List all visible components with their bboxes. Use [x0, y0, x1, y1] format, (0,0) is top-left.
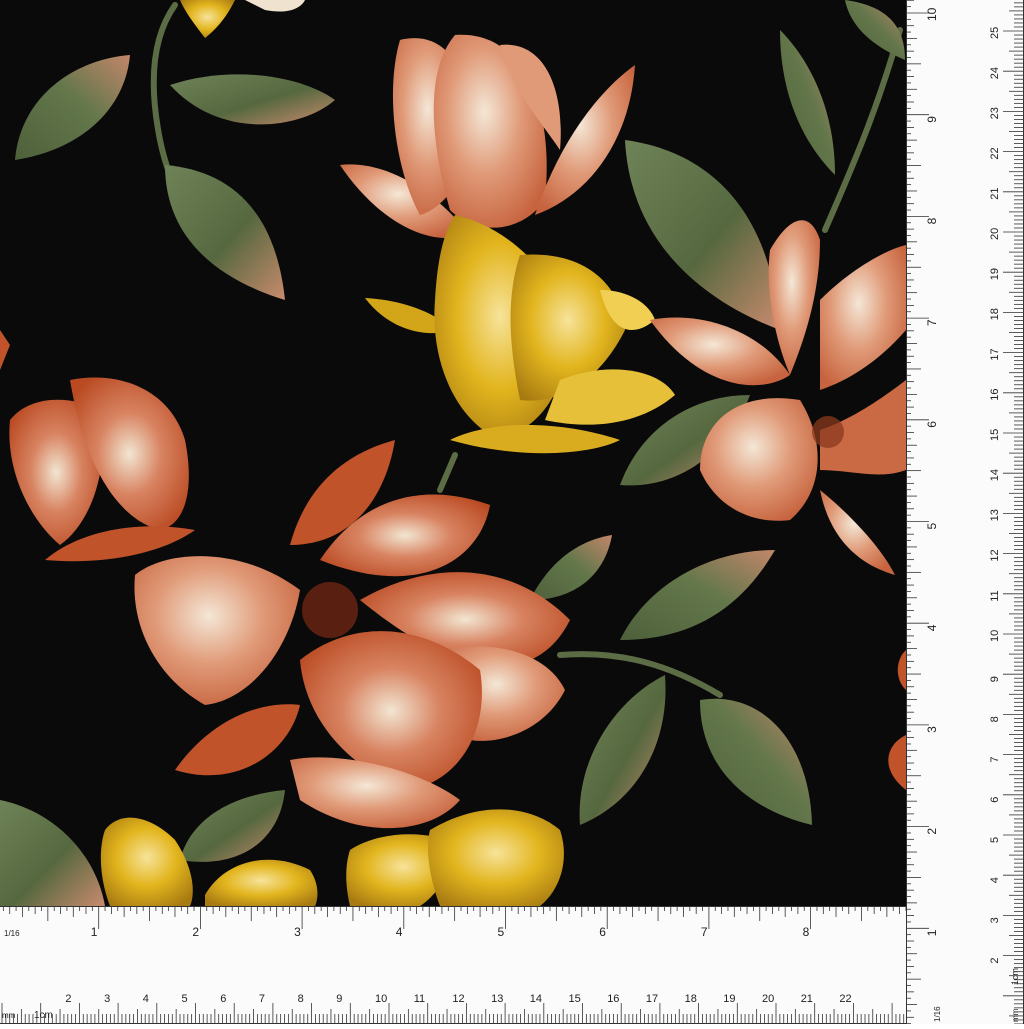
cm-number: 15 [569, 993, 581, 1005]
inch-number: 4 [925, 624, 939, 631]
cm-number: 3 [104, 993, 110, 1005]
cm-number: 21 [801, 993, 813, 1005]
cm-number: 11 [989, 590, 1001, 601]
cm-number: 22 [989, 147, 1001, 159]
floral-fabric-print [0, 0, 906, 906]
inch-number: 6 [599, 925, 606, 939]
inch-number: 1 [91, 925, 98, 939]
cm-number: 5 [182, 993, 188, 1005]
cm-number: 4 [989, 877, 1001, 883]
cm-number: 20 [762, 993, 774, 1005]
inch-unit-label: 1/16 [4, 929, 20, 938]
inch-number: 3 [925, 726, 939, 733]
cm-number: 18 [685, 993, 697, 1005]
cm-number: 13 [491, 993, 503, 1005]
cm-number: 11 [414, 993, 425, 1005]
inch-number: 7 [701, 925, 708, 939]
cm-number: 3 [989, 917, 1001, 923]
cm-number: 8 [298, 993, 304, 1005]
right-ruler-scale: mm 1cm 1/16 10987654321 2524232221201918… [906, 0, 1024, 1025]
cm-number: 14 [989, 469, 1001, 481]
cm-number: 22 [839, 993, 851, 1005]
inch-number: 3 [294, 925, 301, 939]
bottom-ruler-ticks [1, 907, 1024, 1023]
cm-number: 8 [989, 716, 1001, 722]
cm-number: 13 [989, 509, 1001, 521]
cm-number: 14 [530, 993, 542, 1005]
cm-number: 2 [65, 993, 71, 1005]
inch-number: 2 [192, 925, 199, 939]
cm-number: 16 [989, 389, 1001, 401]
right-cm-unit-label: 1cm [1010, 968, 1020, 985]
inch-number: 8 [925, 217, 939, 224]
cm-number: 19 [989, 268, 1001, 280]
cm-number: 12 [989, 549, 1001, 561]
bottom-ruler-scale: 1/16 mm 1cm 12345678 2 3 4 5 6 7 8 9 10 11 12 13 14 1… [0, 906, 1024, 1024]
cm-number: 6 [989, 797, 1001, 803]
fabric-swatch-photo: 1/16 mm 1cm 12345678 2 3 4 5 6 7 8 9 10 11 12 13 14 1… [0, 0, 1024, 1025]
cm-number: 23 [989, 107, 1001, 119]
cm-number: 17 [646, 993, 658, 1005]
cm-number: 9 [989, 676, 1001, 682]
cm-number: 10 [989, 630, 1001, 642]
inch-number: 5 [498, 925, 505, 939]
floral-pattern [0, 0, 906, 906]
right-mm-unit-label: mm [1011, 1008, 1020, 1022]
cm-number: 18 [989, 308, 1001, 320]
bottom-ruler: 1/16 mm 1cm 12345678 2 3 4 5 6 7 8 9 10 11 12 13 14 1… [0, 906, 1024, 1024]
cm-number: 7 [989, 756, 1001, 762]
cm-number: 7 [259, 993, 265, 1005]
cm-number: 15 [989, 429, 1001, 441]
cm-number: 21 [989, 188, 1001, 200]
inch-number: 7 [925, 319, 939, 326]
inch-number: 2 [925, 828, 939, 835]
cm-number: 19 [723, 993, 735, 1005]
inch-number: 8 [803, 925, 810, 939]
inch-number: 9 [925, 116, 939, 123]
cm-number: 25 [989, 27, 1001, 39]
cm-number: 5 [989, 837, 1001, 843]
cm-unit-label: 1cm [34, 1010, 53, 1021]
inch-number: 10 [925, 7, 939, 21]
cm-number: 20 [989, 228, 1001, 240]
inch-number: 1 [925, 929, 939, 936]
cm-number: 9 [336, 993, 342, 1005]
mm-unit-label: mm [2, 1011, 16, 1020]
cm-number: 6 [220, 993, 226, 1005]
right-inch-unit-label: 1/16 [933, 1006, 942, 1022]
right-ruler: mm 1cm 1/16 10 9 8 7 6 5 4 3 2 1 25 24 23 22 21 20 19 18… [906, 0, 1024, 1025]
cm-number: 16 [607, 993, 619, 1005]
cm-number: 12 [452, 993, 464, 1005]
cm-number: 17 [989, 348, 1001, 360]
inch-number: 4 [396, 925, 403, 939]
cm-number: 10 [375, 993, 387, 1005]
cm-number: 2 [989, 957, 1001, 963]
inch-number: 5 [925, 523, 939, 530]
right-ruler-ticks [907, 0, 1023, 1025]
cm-number: 4 [143, 993, 149, 1005]
inch-number: 6 [925, 421, 939, 428]
cm-number: 24 [989, 67, 1001, 79]
